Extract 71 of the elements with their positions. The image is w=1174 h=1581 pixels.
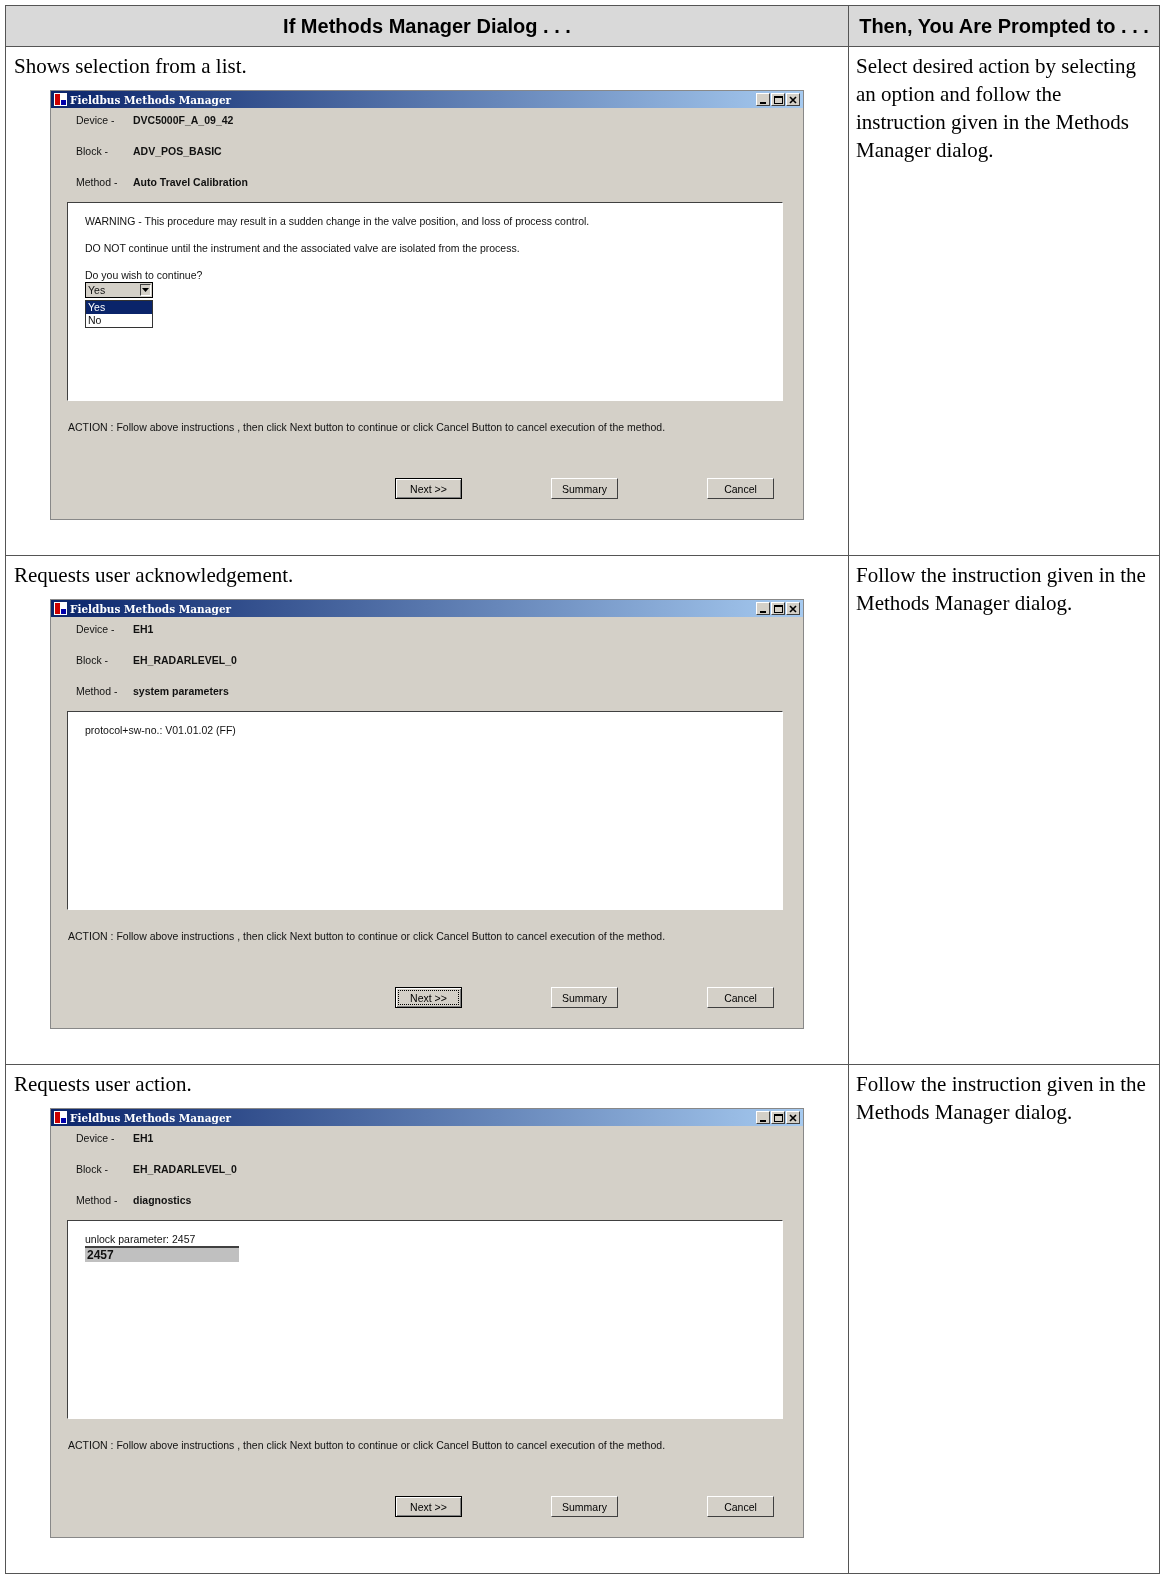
maximize-button[interactable] — [771, 93, 785, 106]
field-value: Auto Travel Calibration — [133, 176, 248, 188]
dialog-button[interactable]: Next >> — [395, 478, 462, 499]
maximize-icon — [773, 604, 783, 613]
field-value: DVC5000F_A_09_42 — [133, 114, 234, 126]
window-title: Fieldbus Methods Manager — [70, 1111, 233, 1124]
dialog-button[interactable]: Cancel — [707, 1496, 774, 1517]
prompt-text: Follow the instruction given in the Methods Manager dialog. — [855, 1071, 1147, 1126]
prompt-text: Follow the instruction given in the Methods Manager dialog. — [855, 562, 1147, 617]
close-button[interactable] — [786, 1111, 800, 1124]
minimize-button[interactable] — [756, 602, 770, 615]
field-label: Device - — [76, 623, 116, 635]
maximize-button[interactable] — [771, 602, 785, 615]
field-value: EH1 — [133, 1132, 154, 1144]
window-title: Fieldbus Methods Manager — [70, 93, 233, 106]
dropdown-option[interactable]: Yes — [86, 301, 152, 314]
maximize-icon — [773, 1113, 783, 1122]
minimize-button[interactable] — [756, 1111, 770, 1124]
column-header: If Methods Manager Dialog . . . — [5, 5, 849, 47]
dialog-button[interactable]: Next >> — [395, 987, 462, 1008]
field-label: Method - — [76, 176, 119, 188]
field-value: ADV_POS_BASIC — [133, 145, 222, 157]
minimize-icon — [760, 101, 766, 104]
dropdown-option[interactable]: No — [86, 314, 152, 327]
minimize-icon — [760, 610, 766, 613]
field-label: Block - — [76, 145, 110, 157]
close-icon — [789, 95, 797, 104]
close-button[interactable] — [786, 602, 800, 615]
prompt-text: Do you wish to continue? — [85, 269, 204, 281]
dialog-button[interactable]: Summary — [551, 1496, 618, 1517]
field-label: Block - — [76, 654, 110, 666]
app-icon — [54, 1111, 67, 1124]
minimize-icon — [760, 1119, 766, 1122]
row-description: Requests user action. — [13, 1071, 193, 1098]
field-label: Device - — [76, 1132, 116, 1144]
close-icon — [789, 1113, 797, 1122]
field-label: Block - — [76, 1163, 110, 1175]
action-text: ACTION : Follow above instructions , then click Next button to continue or click Cancel Button to cancel execution of the method. — [68, 1439, 667, 1451]
field-value: EH1 — [133, 623, 154, 635]
field-value: diagnostics — [133, 1194, 192, 1206]
message-text: protocol+sw-no.: V01.01.02 (FF) — [85, 724, 237, 736]
row-description: Requests user acknowledgement. — [13, 562, 295, 589]
field-value: EH_RADARLEVEL_0 — [133, 1163, 237, 1175]
close-icon — [789, 604, 797, 613]
row-description: Shows selection from a list. — [13, 53, 248, 80]
field-label: Method - — [76, 1194, 119, 1206]
field-label: Method - — [76, 685, 119, 697]
field-value: EH_RADARLEVEL_0 — [133, 654, 237, 666]
maximize-icon — [773, 95, 783, 104]
field-label: Device - — [76, 114, 116, 126]
message-text: WARNING - This procedure may result in a sudden change in the valve position, and loss of process control. — [85, 215, 591, 227]
message-text: DO NOT continue until the instrument and the associated valve are isolated from the process. — [85, 242, 521, 254]
input-field[interactable]: 2457 — [85, 1246, 239, 1262]
minimize-button[interactable] — [756, 93, 770, 106]
column-header: Then, You Are Prompted to . . . — [848, 5, 1160, 47]
dialog-button[interactable]: Cancel — [707, 478, 774, 499]
window-title: Fieldbus Methods Manager — [70, 602, 233, 615]
maximize-button[interactable] — [771, 1111, 785, 1124]
dialog-button[interactable]: Summary — [551, 478, 618, 499]
app-icon — [54, 602, 67, 615]
close-button[interactable] — [786, 93, 800, 106]
app-icon — [54, 93, 67, 106]
field-value: system parameters — [133, 685, 229, 697]
prompt-text: unlock parameter: 2457 — [85, 1233, 197, 1245]
dialog-button[interactable]: Cancel — [707, 987, 774, 1008]
action-text: ACTION : Follow above instructions , then click Next button to continue or click Cancel Button to cancel execution of the method. — [68, 930, 667, 942]
dialog-button[interactable]: Summary — [551, 987, 618, 1008]
dropdown[interactable]: Yes — [85, 282, 153, 298]
dialog-button[interactable]: Next >> — [395, 1496, 462, 1517]
prompt-text: Select desired action by selecting an option and follow the instruction given in the Methods Manager dialog. — [855, 53, 1137, 164]
action-text: ACTION : Follow above instructions , then click Next button to continue or click Cancel Button to cancel execution of the method. — [68, 421, 667, 433]
